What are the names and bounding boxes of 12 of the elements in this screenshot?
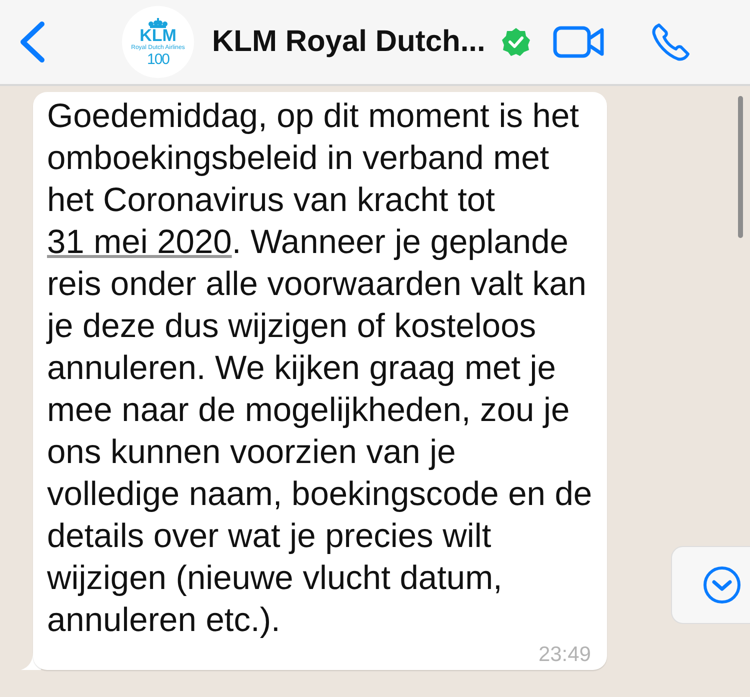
chevron-down-icon [703,566,741,604]
message-text: Goedemiddag, op dit moment is het omboekingsbeleid in verband met het Coronavirus van kracht tot 31 mei 2020. Wanneer je geplande reis onder alle voorwaarden valt kan je deze dus wijzigen of kosteloos annuleren. We kijken graag met je mee naar de mogelijkheden, zou je ons kunnen voorzien van je volledige naam, boekingscode en de details over wat je precies wilt wijzigen (nieuwe vlucht datum, annuleren etc.). [47,97,594,641]
contact-name[interactable]: KLM Royal Dutch... [212,25,486,59]
message-time: 23:49 [538,643,591,667]
crown-icon [147,18,169,28]
video-call-icon[interactable] [553,26,606,58]
phone-icon[interactable] [651,22,692,62]
scroll-down-button[interactable] [671,546,750,624]
date-link[interactable]: 31 mei 2020 [47,224,232,261]
back-icon[interactable] [18,20,46,64]
logo-text: KLM [140,28,176,44]
anniversary-text: 100 [146,52,170,66]
